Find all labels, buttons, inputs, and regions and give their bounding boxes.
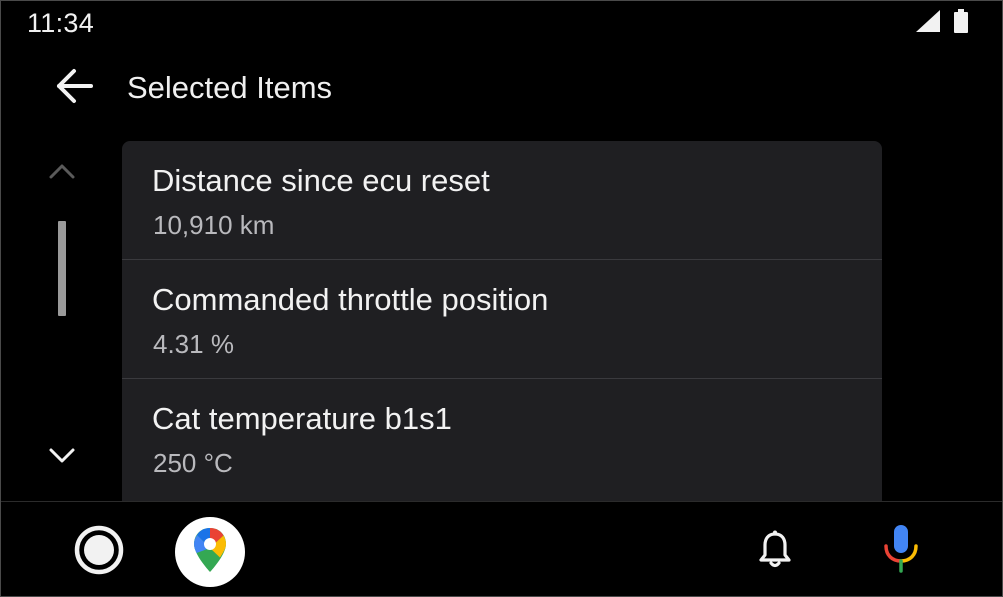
scroll-up-button[interactable] [45,158,79,188]
page-title: Selected Items [127,70,333,105]
item-title: Cat temperature b1s1 [152,401,452,436]
scrollbar-thumb[interactable] [58,221,66,316]
list-item[interactable]: Distance since ecu reset 10,910 km [122,141,882,260]
microphone-icon [882,522,920,579]
android-auto-screen: 11:34 Selected Items Distance since ecu … [0,0,1003,597]
back-button[interactable] [51,65,97,111]
list-item[interactable]: Commanded throttle position 4.31 % [122,260,882,379]
selected-items-list: Distance since ecu reset 10,910 km Comma… [122,141,882,501]
item-title: Distance since ecu reset [152,163,490,198]
status-icons [916,9,968,38]
item-value: 250 °C [153,448,233,478]
list-item[interactable]: Cat temperature b1s1 250 °C [122,379,882,498]
status-time: 11:34 [27,8,95,38]
google-maps-icon [192,526,228,579]
item-value: 10,910 km [153,210,275,240]
chevron-down-icon [48,447,76,470]
home-circle-icon [74,525,124,580]
bell-icon [757,529,793,574]
bottom-app-bar [1,501,1002,596]
home-button[interactable] [74,525,124,580]
item-title: Commanded throttle position [152,282,549,317]
arrow-back-icon [54,68,94,109]
voice-assistant-button[interactable] [879,522,923,578]
scroll-down-button[interactable] [45,443,79,473]
maps-app-button[interactable] [175,517,245,587]
notifications-button[interactable] [753,529,797,573]
chevron-up-icon [48,162,76,185]
item-value: 4.31 % [153,329,234,359]
signal-icon [916,10,940,37]
battery-icon [954,9,968,38]
